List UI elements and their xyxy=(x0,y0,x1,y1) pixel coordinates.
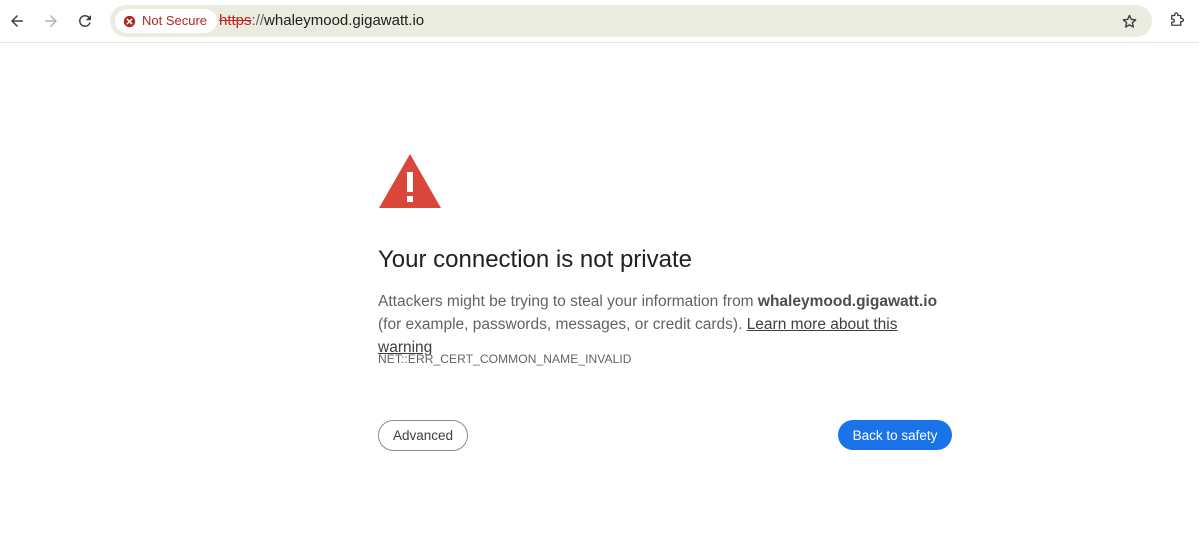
error-code: NET::ERR_CERT_COMMON_NAME_INVALID xyxy=(378,352,632,366)
security-label: Not Secure xyxy=(142,13,208,28)
warning-triangle-icon xyxy=(379,154,441,208)
warning-message: Attackers might be trying to steal your … xyxy=(378,290,953,359)
star-icon xyxy=(1122,14,1136,28)
bookmark-button[interactable] xyxy=(1117,9,1141,33)
back-to-safety-button[interactable]: Back to safety xyxy=(838,420,952,450)
url-scheme: https xyxy=(219,12,252,29)
page-title: Your connection is not private xyxy=(378,246,692,273)
extensions-button[interactable] xyxy=(1163,6,1191,34)
browser-toolbar: Not Secure https://whaleymood.gigawatt.i… xyxy=(0,0,1199,43)
error-circle-icon xyxy=(123,15,136,27)
reload-icon xyxy=(78,14,91,27)
reload-button[interactable] xyxy=(70,6,100,36)
security-chip[interactable]: Not Secure xyxy=(115,9,218,33)
arrow-right-icon xyxy=(45,15,57,27)
warning-host: whaleymood.gigawatt.io xyxy=(757,293,938,310)
warning-text-prefix: Attackers might be trying to steal your … xyxy=(378,293,758,310)
warning-text-suffix: (for example, passwords, messages, or cr… xyxy=(378,316,747,333)
advanced-button[interactable]: Advanced xyxy=(378,420,468,451)
url-text[interactable]: https://whaleymood.gigawatt.io xyxy=(219,5,424,37)
address-bar[interactable]: Not Secure https://whaleymood.gigawatt.i… xyxy=(110,5,1152,37)
url-host: whaleymood.gigawatt.io xyxy=(264,12,425,29)
forward-button[interactable] xyxy=(36,6,66,36)
back-button[interactable] xyxy=(2,6,32,36)
arrow-left-icon xyxy=(11,15,23,27)
puzzle-icon xyxy=(1171,12,1184,26)
url-separator: :// xyxy=(251,12,265,29)
